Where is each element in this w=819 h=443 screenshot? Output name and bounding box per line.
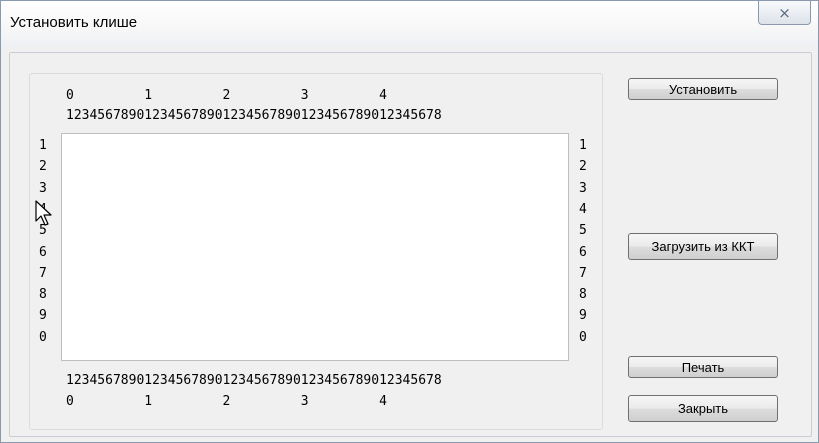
left-row-number-1: 1	[39, 138, 47, 153]
set-button[interactable]: Установить	[628, 78, 778, 100]
bottom-ruler-tens: 0 1 2 3 4	[66, 394, 387, 409]
dialog-title: Установить клише	[10, 14, 138, 31]
close-icon: ⨯	[778, 4, 791, 22]
left-row-number-6: 6	[39, 244, 47, 260]
right-row-number-5: 5	[579, 223, 587, 239]
left-row-number-10: 0	[39, 329, 47, 345]
left-row-number-2: 2	[39, 159, 47, 175]
left-row-number-8: 8	[39, 287, 47, 303]
right-row-number-8: 8	[579, 287, 587, 303]
right-row-number-10: 0	[579, 329, 587, 345]
close-button[interactable]: Закрыть	[628, 395, 778, 422]
right-row-number-3: 3	[579, 180, 587, 196]
right-row-number-4: 4	[579, 201, 587, 217]
cliche-text-area[interactable]	[61, 133, 569, 361]
close-window-button[interactable]: ⨯	[758, 1, 811, 25]
mouse-pointer-icon	[35, 200, 52, 226]
top-ruler-tens: 0 1 2 3 4	[66, 88, 387, 103]
left-row-number-7: 7	[39, 265, 47, 281]
right-row-number-9: 9	[579, 308, 587, 324]
top-ruler-units: 1234567890123456789012345678901234567890…	[66, 108, 442, 123]
right-row-number-6: 6	[579, 244, 587, 260]
bottom-ruler-units: 1234567890123456789012345678901234567890…	[66, 373, 442, 388]
right-row-number-2: 2	[579, 159, 587, 175]
right-row-number-7: 7	[579, 265, 587, 281]
left-row-number-9: 9	[39, 308, 47, 324]
print-button[interactable]: Печать	[628, 356, 778, 378]
right-row-number-1: 1	[579, 138, 587, 153]
left-row-number-3: 3	[39, 180, 47, 196]
title-bar: Установить клише ⨯	[1, 1, 818, 46]
load-from-kkt-button[interactable]: Загрузить из ККТ	[628, 233, 778, 260]
